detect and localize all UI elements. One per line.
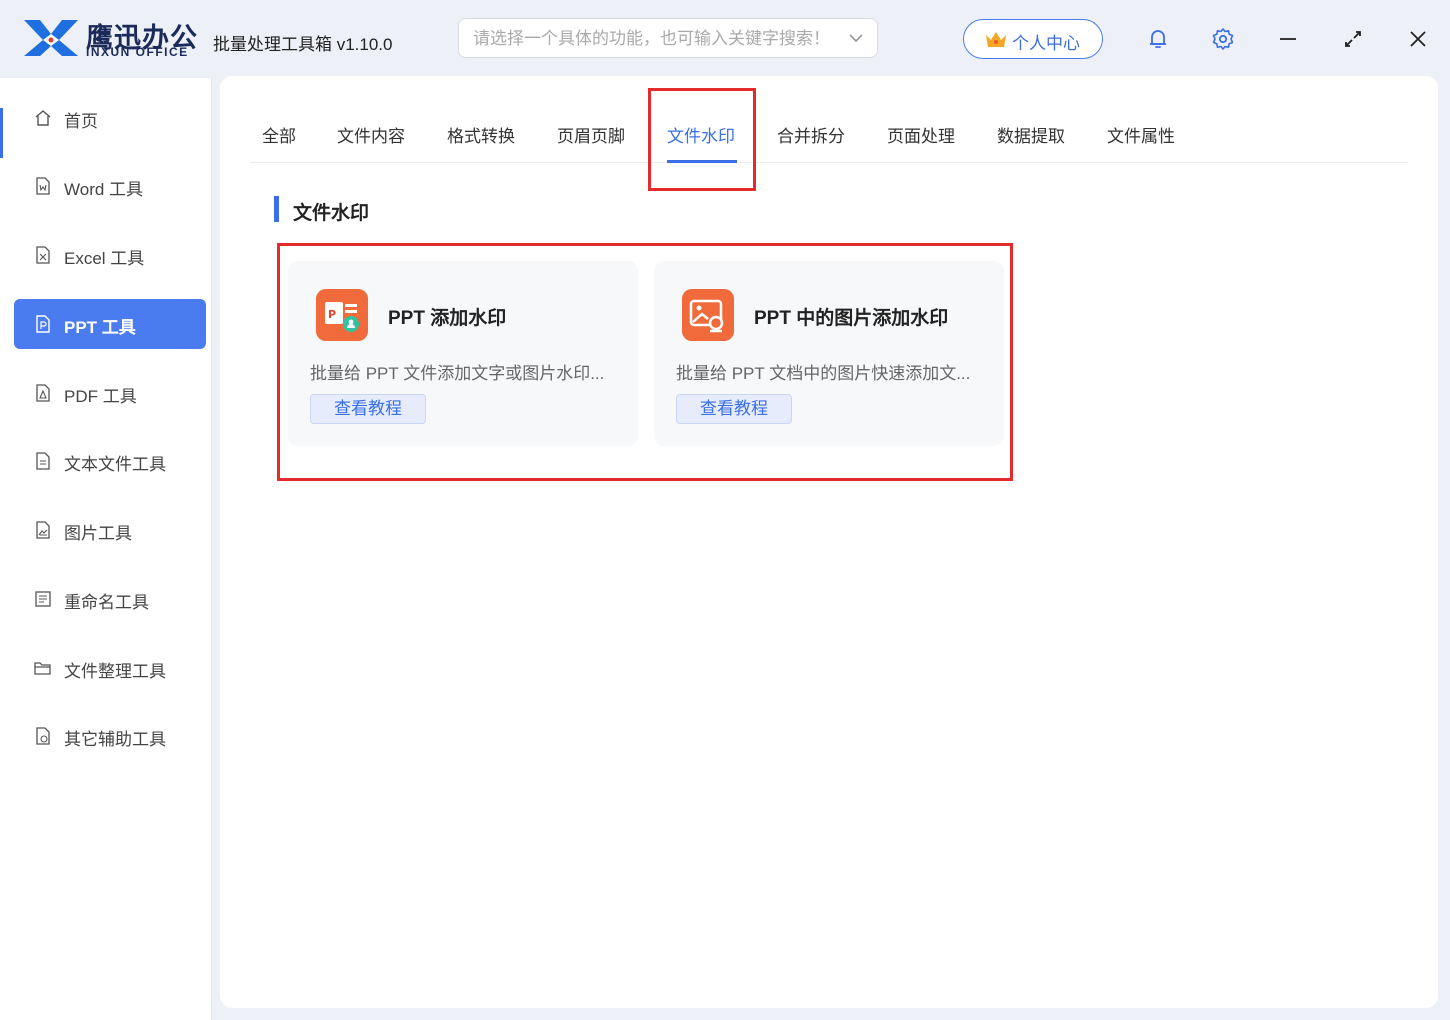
chevron-down-icon[interactable]	[847, 29, 865, 47]
user-center-label: 个人中心	[1012, 34, 1080, 53]
highlight-box-tab	[648, 88, 756, 191]
view-tutorial-button[interactable]: 查看教程	[310, 394, 426, 424]
tab-page-process[interactable]: 页面处理	[887, 122, 955, 147]
brand-logo: 鹰迅办公 INXUN OFFICE	[22, 16, 202, 62]
tab-all[interactable]: 全部	[262, 122, 296, 147]
sidebar-item-label: PPT 工具	[64, 318, 136, 337]
user-center-button[interactable]: 个人中心	[963, 19, 1103, 59]
search-input[interactable]	[473, 27, 833, 51]
close-icon[interactable]	[1405, 26, 1431, 52]
sidebar-item-excel[interactable]: Excel 工具	[14, 230, 206, 280]
card-description: 批量给 PPT 文档中的图片快速添加文...	[676, 364, 971, 383]
rename-icon	[35, 591, 51, 607]
sidebar-item-label: 文件整理工具	[64, 662, 166, 681]
sidebar-item-home[interactable]: 首页	[14, 93, 206, 143]
search-box[interactable]	[458, 18, 878, 58]
sidebar-item-misc-tools[interactable]: 其它辅助工具	[14, 711, 206, 761]
sidebar-item-rename[interactable]: 重命名工具	[14, 574, 206, 624]
sidebar-item-label: 其它辅助工具	[64, 730, 166, 749]
gear-icon[interactable]	[1210, 26, 1236, 52]
pdf-file-icon	[36, 384, 50, 402]
view-tutorial-button[interactable]: 查看教程	[676, 394, 792, 424]
main-panel: 全部 文件内容 格式转换 页眉页脚 文件水印 合并拆分 页面处理 数据提取 文件…	[220, 76, 1438, 1008]
tab-merge-split[interactable]: 合并拆分	[777, 122, 845, 147]
sidebar: 首页 Word 工具 Excel 工具 PPT 工具 PDF 工具 文本文件工具…	[0, 78, 212, 1020]
minimize-icon[interactable]	[1275, 26, 1301, 52]
text-file-icon	[36, 452, 50, 470]
tab-header-footer[interactable]: 页眉页脚	[557, 122, 625, 147]
tool-card-ppt-watermark[interactable]: P PPT 添加水印 批量给 PPT 文件添加文字或图片水印... 查看教程	[288, 261, 638, 446]
card-description: 批量给 PPT 文件添加文字或图片水印...	[310, 364, 605, 383]
crown-icon	[986, 32, 1006, 47]
sidebar-item-label: Excel 工具	[64, 249, 145, 268]
tab-file-properties[interactable]: 文件属性	[1107, 122, 1175, 147]
misc-tools-icon	[36, 727, 50, 745]
sidebar-item-image[interactable]: 图片工具	[14, 505, 206, 555]
excel-file-icon	[36, 246, 50, 264]
sidebar-item-pdf[interactable]: PDF 工具	[14, 368, 206, 418]
category-tabs: 全部 文件内容 格式转换 页眉页脚 文件水印 合并拆分 页面处理 数据提取 文件…	[250, 106, 1408, 163]
folder-icon	[34, 662, 51, 675]
tab-data-extract[interactable]: 数据提取	[997, 122, 1065, 147]
bell-icon[interactable]	[1145, 26, 1171, 52]
tab-file-content[interactable]: 文件内容	[337, 122, 405, 147]
image-file-icon	[36, 521, 50, 539]
sidebar-item-label: 文本文件工具	[64, 455, 166, 474]
card-title: PPT 中的图片添加水印	[754, 308, 949, 329]
sidebar-item-ppt[interactable]: PPT 工具	[14, 299, 206, 349]
logo-mark-icon	[24, 20, 78, 56]
home-icon	[35, 110, 51, 126]
sidebar-item-label: 重命名工具	[64, 593, 149, 612]
sidebar-item-label: 图片工具	[64, 524, 132, 543]
brand-name-en: INXUN OFFICE	[86, 45, 189, 59]
maximize-icon[interactable]	[1340, 26, 1366, 52]
app-title: 批量处理工具箱 v1.10.0	[213, 35, 393, 54]
title-bar: 鹰迅办公 INXUN OFFICE 批量处理工具箱 v1.10.0 个人中心	[0, 0, 1450, 78]
sidebar-item-text-file[interactable]: 文本文件工具	[14, 436, 206, 486]
svg-text:P: P	[328, 308, 336, 321]
sidebar-item-file-organize[interactable]: 文件整理工具	[14, 643, 206, 693]
tool-card-ppt-image-watermark[interactable]: PPT 中的图片添加水印 批量给 PPT 文档中的图片快速添加文... 查看教程	[654, 261, 1004, 446]
card-title: PPT 添加水印	[388, 308, 507, 329]
word-file-icon	[36, 177, 50, 195]
ppt-watermark-icon: P	[316, 289, 368, 341]
tab-format-convert[interactable]: 格式转换	[447, 122, 515, 147]
sidebar-edge-accent	[0, 108, 3, 158]
sidebar-item-label: Word 工具	[64, 180, 144, 199]
sidebar-item-word[interactable]: Word 工具	[14, 161, 206, 211]
ppt-file-icon	[36, 315, 50, 333]
sidebar-item-label: PDF 工具	[64, 387, 137, 406]
section-title-bar	[274, 196, 279, 222]
ppt-image-watermark-icon	[682, 289, 734, 341]
sidebar-item-label: 首页	[64, 112, 98, 131]
section-title: 文件水印	[293, 203, 370, 224]
